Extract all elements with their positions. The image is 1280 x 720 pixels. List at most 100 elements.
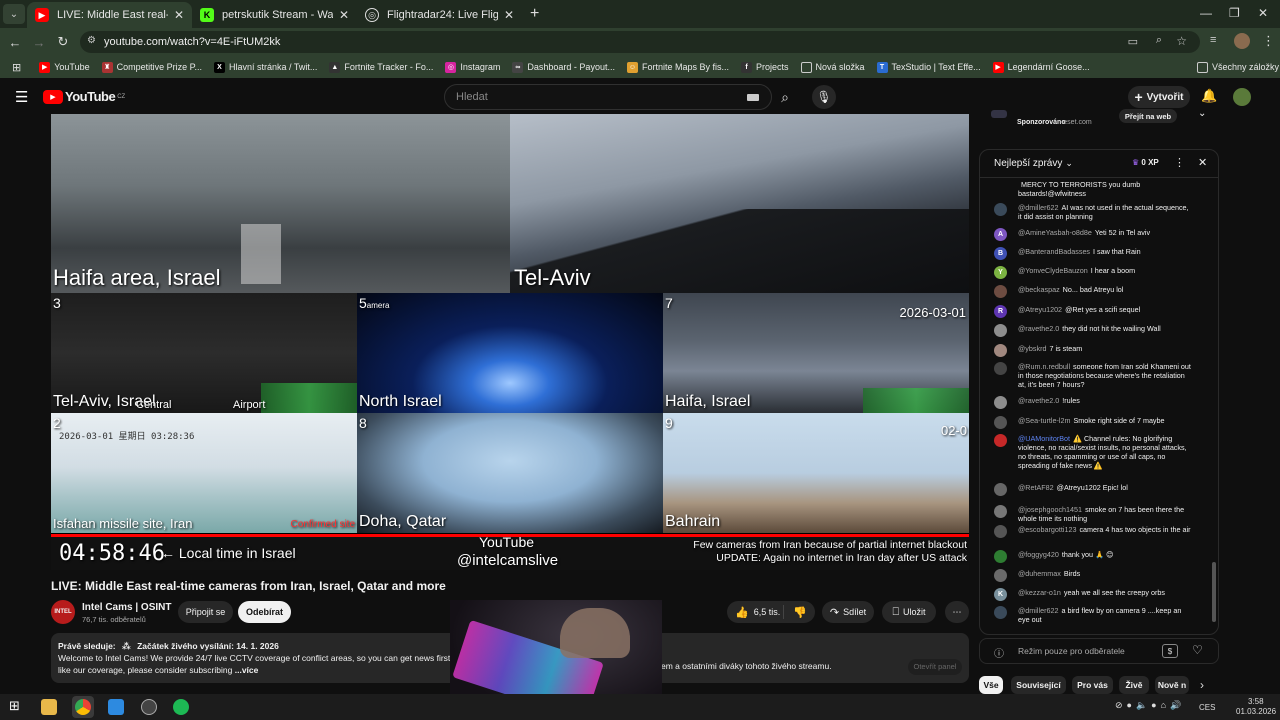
chat-author[interactable]: @UAMonitorBot <box>1018 434 1070 443</box>
like-icon[interactable]: 👍 <box>735 606 749 619</box>
close-window-icon[interactable]: ✕ <box>1258 6 1268 20</box>
chat-author[interactable]: @duhemmax <box>1018 569 1061 578</box>
chat-avatar[interactable]: A <box>994 228 1007 241</box>
chip-for-you[interactable]: Pro vás <box>1072 676 1113 694</box>
zoom-icon[interactable]: ⌕ <box>1156 34 1162 47</box>
reload-icon[interactable]: ↻ <box>51 34 75 50</box>
chat-author[interactable]: @kezzar-o1n <box>1018 588 1061 597</box>
chat-author[interactable]: @dmiller622 <box>1018 203 1058 212</box>
chat-author[interactable]: @BanterandBadasses <box>1018 247 1090 256</box>
tab-search-button[interactable]: ⌄ <box>3 4 25 24</box>
sponsor-visit-button[interactable]: Přejít na web <box>1119 109 1177 123</box>
close-icon[interactable]: ✕ <box>1198 156 1207 169</box>
bookmark-folder-nova[interactable]: Nová složka <box>800 61 865 73</box>
chat-avatar[interactable] <box>994 362 1007 375</box>
more-vert-icon[interactable]: ⋮ <box>1174 156 1185 169</box>
bookmark-competitive[interactable]: ♜ Competitive Prize P... <box>101 61 202 73</box>
desc-more-link[interactable]: ...více <box>235 665 259 675</box>
system-tray-icons[interactable]: ⊘●🔈●⌂🔊 <box>1115 700 1185 711</box>
bookmark-dashboard[interactable]: ∞ Dashboard - Payout... <box>512 61 615 73</box>
bookmark-twitter[interactable]: X Hlavní stránka / Twit... <box>213 61 317 73</box>
more-actions-button[interactable]: ⋯ <box>945 601 969 623</box>
join-button[interactable]: Připojit se <box>178 601 233 623</box>
profile-avatar[interactable] <box>1234 33 1250 49</box>
channel-name[interactable]: Intel Cams | OSINT <box>82 602 171 613</box>
chat-author[interactable]: @AmineYasbah-o8d8e <box>1018 228 1092 237</box>
sponsored-card[interactable]: Sponzorováno · eset.com Přejít na web ⌄ <box>979 103 1219 141</box>
chat-author[interactable]: @beckaspaz <box>1018 285 1060 294</box>
chat-author[interactable]: @ybskrd <box>1018 344 1046 353</box>
chat-avatar[interactable]: B <box>994 247 1007 260</box>
minimize-icon[interactable]: — <box>1200 6 1212 20</box>
bookmark-projects[interactable]: f Projects <box>741 61 789 73</box>
bookmark-goose[interactable]: ▶ Legendární Goose... <box>992 61 1090 73</box>
chat-scroll-thumb[interactable] <box>1212 562 1216 622</box>
chat-author[interactable]: @RetAF82 <box>1018 483 1054 492</box>
open-panel-button[interactable]: Otevřít panel <box>908 659 962 675</box>
chat-author[interactable]: @ravethe2.0 <box>1018 324 1059 333</box>
back-icon[interactable]: ← <box>3 35 27 50</box>
spotify-icon[interactable] <box>173 699 189 715</box>
chat-avatar[interactable] <box>994 525 1007 538</box>
keyboard-icon[interactable] <box>747 94 759 101</box>
clock-time[interactable]: 3:58 <box>1248 697 1264 706</box>
chat-avatar[interactable] <box>994 396 1007 409</box>
chat-author[interactable]: @YonveClydeBauzon <box>1018 266 1088 275</box>
bookmark-fortnite-tracker[interactable]: ▲ Fortnite Tracker - Fo... <box>329 61 433 73</box>
chevron-right-icon[interactable]: › <box>1200 678 1204 692</box>
bookmark-youtube[interactable]: ▶ YouTube <box>39 61 90 73</box>
chat-author[interactable]: @Sea-turtle-l2m <box>1018 416 1070 425</box>
super-chat-icon[interactable]: $ <box>1162 644 1178 658</box>
channel-avatar[interactable]: INTEL <box>51 600 75 624</box>
chat-author[interactable]: @escobargotti123 <box>1018 525 1076 534</box>
youtube-logo[interactable]: ▶ YouTube CZ <box>43 89 125 104</box>
hamburger-menu-icon[interactable]: ☰ <box>15 88 28 106</box>
chat-avatar[interactable] <box>994 324 1007 337</box>
chat-author[interactable]: @josephgooch1451 <box>1018 505 1082 514</box>
chevron-down-icon[interactable]: ⌄ <box>1198 108 1206 119</box>
xp-badge[interactable]: ♛ 0 XP <box>1132 158 1159 167</box>
menu-list-icon[interactable]: ≡ <box>1210 34 1216 46</box>
chat-avatar[interactable] <box>994 606 1007 619</box>
chip-all[interactable]: Vše <box>979 676 1003 694</box>
chat-author[interactable]: @foggyg420 <box>1018 550 1059 559</box>
heart-icon[interactable]: ♡ <box>1192 643 1203 657</box>
chat-author[interactable]: @Atreyu1202 <box>1018 305 1062 314</box>
restore-icon[interactable]: ❐ <box>1229 6 1240 20</box>
voice-search-button[interactable]: 🎙 <box>812 85 836 109</box>
search-input[interactable]: Hledat <box>444 84 772 110</box>
new-tab-button[interactable]: + <box>530 5 539 23</box>
search-button[interactable]: ⌕ <box>771 84 799 110</box>
like-count[interactable]: 6,5 tis. <box>754 607 781 617</box>
bookmark-all-folder[interactable]: Všechny záložky <box>1197 61 1279 73</box>
chat-avatar[interactable] <box>994 416 1007 429</box>
forward-icon[interactable]: → <box>27 35 51 50</box>
file-explorer-icon[interactable] <box>41 699 57 715</box>
chrome-icon[interactable] <box>75 699 91 715</box>
more-vert-icon[interactable]: ⋮ <box>1262 33 1275 49</box>
chat-avatar[interactable] <box>994 344 1007 357</box>
subscribe-button[interactable]: Odebírat <box>238 601 291 623</box>
bookmark-fortnite-maps[interactable]: ☺ Fortnite Maps By fis... <box>626 61 729 73</box>
tab-flightradar[interactable]: ◎ Flightradar24: Live Flight Track ✕ <box>357 2 522 28</box>
bell-icon[interactable]: 🔔 <box>1201 88 1217 104</box>
keyboard-language[interactable]: CES <box>1199 703 1215 712</box>
editor-icon[interactable] <box>108 699 124 715</box>
video-player[interactable]: Haifa area, Israel Tel-Aviv 3 Tel-Aviv, … <box>51 114 969 570</box>
bookmark-instagram[interactable]: ◎ Instagram <box>445 61 500 73</box>
close-icon[interactable]: ✕ <box>504 8 514 22</box>
chat-author[interactable]: @ravethe2.0 <box>1018 396 1059 405</box>
chat-avatar[interactable] <box>994 569 1007 582</box>
chat-avatar[interactable] <box>994 505 1007 518</box>
info-icon[interactable]: ⓘ <box>994 645 1004 660</box>
chip-new[interactable]: Nově n <box>1155 676 1189 694</box>
chat-scrollbar[interactable] <box>1212 182 1216 632</box>
chat-avatar[interactable]: R <box>994 305 1007 318</box>
close-icon[interactable]: ✕ <box>174 8 184 22</box>
chip-related[interactable]: Související <box>1011 676 1066 694</box>
dislike-icon[interactable]: 👎 <box>793 606 807 619</box>
save-button[interactable]: ⎕ Uložit <box>882 601 936 623</box>
bookmark-texstudio[interactable]: T TexStudio | Text Effe... <box>876 61 981 73</box>
share-button[interactable]: ↷ Sdílet <box>822 601 874 623</box>
chat-avatar[interactable] <box>994 203 1007 216</box>
